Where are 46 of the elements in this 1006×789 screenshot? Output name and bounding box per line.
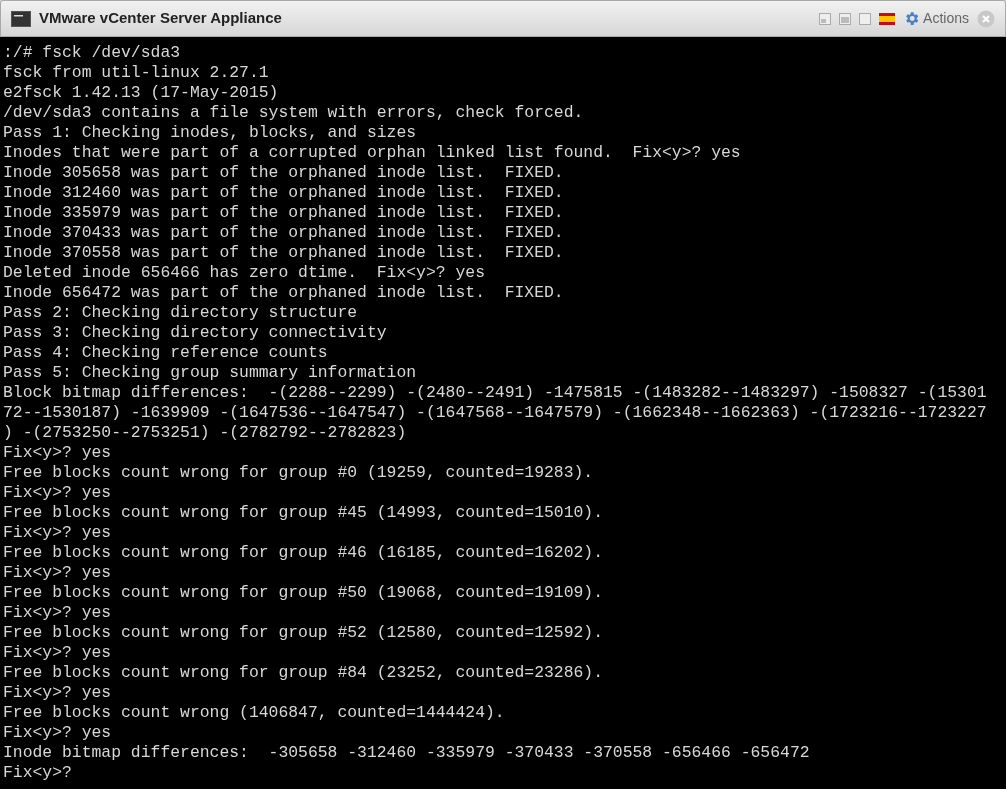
terminal-line: Inode 656472 was part of the orphaned inode list. FIXED.	[2, 283, 564, 303]
gear-icon	[903, 10, 921, 27]
terminal-line: Inode 305658 was part of the orphaned inode list. FIXED.	[2, 163, 564, 183]
terminal-line: fsck from util-linux 2.27.1	[2, 63, 269, 83]
actions-button[interactable]: Actions	[903, 8, 969, 29]
window-minimize-icon[interactable]	[839, 12, 852, 25]
terminal-line: /dev/sda3 contains a file system with errors, check forced.	[2, 103, 584, 123]
terminal-line: Free blocks count wrong for group #46 (16185, counted=16202).	[2, 543, 603, 563]
terminal-line: :/# fsck /dev/sda3	[2, 43, 181, 63]
terminal-line: Inode 312460 was part of the orphaned inode list. FIXED.	[2, 183, 564, 203]
terminal-line: Inode 370433 was part of the orphaned inode list. FIXED.	[2, 223, 564, 243]
window-maximize-icon[interactable]	[859, 12, 872, 25]
terminal-line: Pass 1: Checking inodes, blocks, and sizes	[2, 123, 417, 143]
terminal-line: Inode bitmap differences: -305658 -312460 -335979 -370433 -370558 -656466 -656472	[2, 743, 810, 763]
terminal-line: Fix<y>? yes	[2, 483, 112, 503]
terminal-line: Fix<y>? yes	[2, 443, 112, 463]
terminal-line: Free blocks count wrong (1406847, counted=1444424).	[2, 703, 505, 723]
terminal-line: 72--1530187) -1639909 -(1647536--1647547) -(1647568--1647579) -(1662348--1662363) -(1723216--1723227	[2, 403, 987, 423]
terminal-line: Fix<y>? yes	[2, 643, 112, 663]
terminal-line: Pass 4: Checking reference counts	[2, 343, 328, 363]
terminal-line: e2fsck 1.42.13 (17-May-2015)	[2, 83, 279, 103]
terminal-line: Free blocks count wrong for group #45 (14993, counted=15010).	[2, 503, 603, 523]
terminal-line: Fix<y>? yes	[2, 523, 112, 543]
terminal-line: Fix<y>? yes	[2, 563, 112, 583]
window-title: VMware vCenter Server Appliance	[39, 8, 282, 29]
terminal-line: Block bitmap differences: -(2288--2299) -(2480--2491) -1475815 -(1483282--1483297) -1508327 -(15301	[2, 383, 987, 403]
flag-icon[interactable]	[879, 12, 896, 25]
terminal-line: Inode 335979 was part of the orphaned inode list. FIXED.	[2, 203, 564, 223]
terminal-line: Fix<y>? yes	[2, 723, 112, 743]
terminal-line: Fix<y>? yes	[2, 683, 112, 703]
terminal-line: Deleted inode 656466 has zero dtime. Fix<y>? yes	[2, 263, 485, 283]
console-icon	[11, 10, 31, 27]
terminal-line: Fix<y>?	[2, 763, 72, 783]
window-restore-icon[interactable]	[819, 12, 832, 25]
terminal-line: Free blocks count wrong for group #50 (19068, counted=19109).	[2, 583, 603, 603]
terminal-line: Pass 5: Checking group summary information	[2, 363, 417, 383]
close-icon[interactable]	[977, 9, 995, 28]
terminal-line: Inode 370558 was part of the orphaned inode list. FIXED.	[2, 243, 564, 263]
terminal-line: Inodes that were part of a corrupted orphan linked list found. Fix<y>? yes	[2, 143, 741, 163]
terminal-line: Pass 2: Checking directory structure	[2, 303, 358, 323]
terminal-line: Fix<y>? yes	[2, 603, 112, 623]
terminal-line: Free blocks count wrong for group #0 (19259, counted=19283).	[2, 463, 594, 483]
terminal-line: Pass 3: Checking directory connectivity	[2, 323, 387, 343]
terminal-line: ) -(2753250--2753251) -(2782792--2782823)	[2, 423, 407, 443]
terminal-line: Free blocks count wrong for group #52 (12580, counted=12592).	[2, 623, 603, 643]
terminal-line: Free blocks count wrong for group #84 (23252, counted=23286).	[2, 663, 603, 683]
